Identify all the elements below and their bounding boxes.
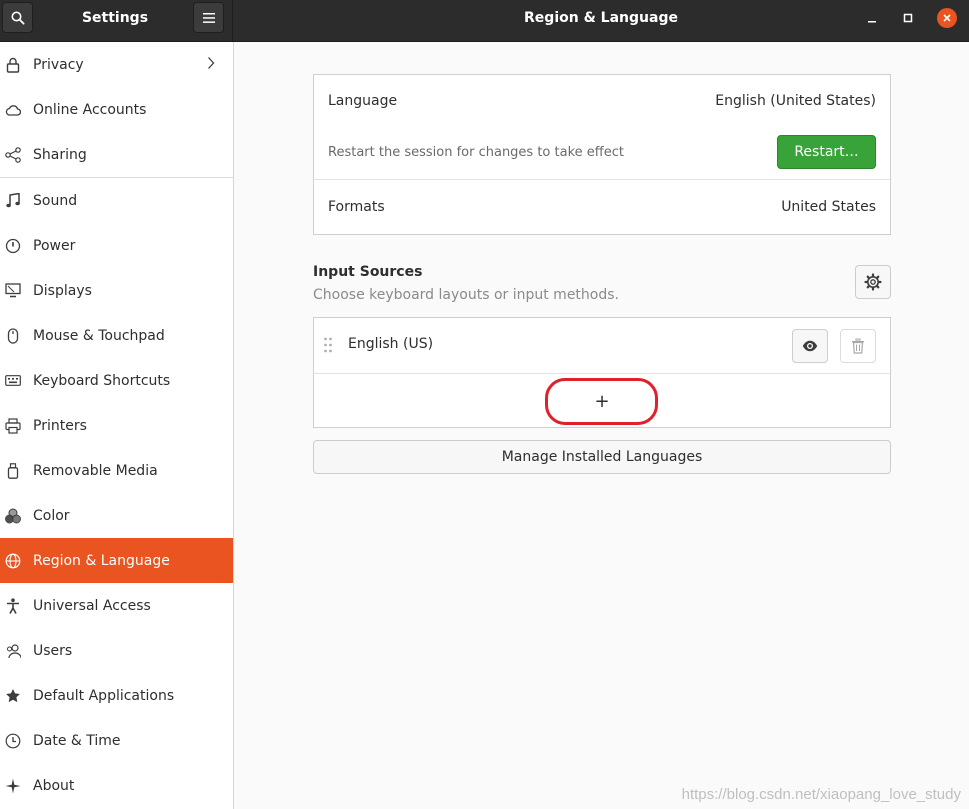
sidebar-item-default-applications[interactable]: Default Applications <box>0 673 233 718</box>
sidebar-item-privacy[interactable]: Privacy <box>0 42 233 87</box>
language-label: Language <box>328 93 398 109</box>
header-bar: Settings Region & Language <box>0 0 969 42</box>
keyboard-icon <box>5 373 21 389</box>
sidebar-item-label: Online Accounts <box>33 101 147 118</box>
sidebar-item-printers[interactable]: Printers <box>0 403 233 448</box>
sidebar-item-label: Displays <box>33 282 92 299</box>
close-icon <box>943 14 951 22</box>
sidebar-title: Settings <box>81 10 149 26</box>
users-icon <box>5 643 21 659</box>
star-icon <box>5 688 21 704</box>
formats-label: Formats <box>328 199 385 215</box>
sidebar-item-label: Region & Language <box>33 552 170 569</box>
input-sources-title: Input Sources <box>313 264 423 280</box>
minimize-button[interactable] <box>862 8 882 28</box>
display-icon <box>5 283 21 299</box>
sidebar-item-label: About <box>33 777 75 794</box>
language-card: Language English (United States) Restart… <box>313 74 891 235</box>
usb-drive-icon <box>5 462 21 479</box>
sidebar-header: Settings <box>0 0 233 42</box>
cloud-icon <box>5 102 21 118</box>
clock-icon <box>5 733 21 749</box>
chevron-right-icon <box>207 56 215 74</box>
sidebar-item-power[interactable]: Power <box>0 223 233 268</box>
sidebar-item-universal-access[interactable]: Universal Access <box>0 583 233 628</box>
preview-layout-button[interactable] <box>792 329 828 363</box>
close-button[interactable] <box>937 8 957 28</box>
sidebar-item-label: Date & Time <box>33 732 121 749</box>
mouse-icon <box>5 327 21 344</box>
drag-handle-icon[interactable] <box>323 337 333 357</box>
divider <box>314 179 890 180</box>
sidebar-item-online-accounts[interactable]: Online Accounts <box>0 87 233 132</box>
sidebar-item-users[interactable]: Users <box>0 628 233 673</box>
sidebar-item-label: Mouse & Touchpad <box>33 327 165 344</box>
sidebar-item-label: Users <box>33 642 73 659</box>
input-sources-list: English (US) + <box>313 317 891 428</box>
sidebar-item-sharing[interactable]: Sharing <box>0 132 233 177</box>
sidebar-item-keyboard-shortcuts[interactable]: Keyboard Shortcuts <box>0 358 233 403</box>
printer-icon <box>5 417 21 434</box>
sidebar-item-label: Keyboard Shortcuts <box>33 372 171 389</box>
sidebar-item-label: Color <box>33 507 70 524</box>
sidebar-item-label: Privacy <box>33 56 84 73</box>
about-icon <box>5 778 21 794</box>
minimize-icon <box>868 21 876 23</box>
main-panel: Language English (United States) Restart… <box>234 42 969 809</box>
sidebar-item-about[interactable]: About <box>0 763 233 808</box>
manage-installed-languages-button[interactable]: Manage Installed Languages <box>313 440 891 474</box>
watermark: https://blog.csdn.net/xiaopang_love_stud… <box>681 786 961 803</box>
music-note-icon <box>5 192 21 209</box>
sidebar-item-label: Sharing <box>33 146 87 163</box>
trash-icon <box>852 338 864 354</box>
language-value[interactable]: English (United States) <box>715 93 876 109</box>
sidebar-item-label: Default Applications <box>33 687 175 704</box>
eye-icon <box>802 340 818 352</box>
search-button[interactable] <box>2 2 33 33</box>
sidebar: Privacy Online Accounts Sharing Sound Po… <box>0 42 234 809</box>
sidebar-item-removable-media[interactable]: Removable Media <box>0 448 233 493</box>
lock-icon <box>5 57 21 73</box>
sidebar-item-label: Universal Access <box>33 597 151 614</box>
maximize-icon <box>903 13 913 23</box>
sidebar-item-color[interactable]: Color <box>0 493 233 538</box>
color-circles-icon <box>5 508 21 524</box>
menu-button[interactable] <box>193 2 224 33</box>
sidebar-item-region-language[interactable]: Region & Language <box>0 538 233 583</box>
sidebar-item-label: Removable Media <box>33 462 158 479</box>
sidebar-item-label: Power <box>33 237 76 254</box>
search-icon <box>11 11 25 25</box>
gear-icon <box>864 273 882 291</box>
power-icon <box>5 238 21 254</box>
sidebar-item-mouse-touchpad[interactable]: Mouse & Touchpad <box>0 313 233 358</box>
share-icon <box>5 146 21 163</box>
add-input-source-button[interactable]: + <box>314 374 890 428</box>
input-source-name: English (US) <box>348 336 434 352</box>
sidebar-item-displays[interactable]: Displays <box>0 268 233 313</box>
sidebar-item-sound[interactable]: Sound <box>0 178 233 223</box>
restart-button[interactable]: Restart… <box>777 135 876 169</box>
sidebar-item-label: Sound <box>33 192 78 209</box>
formats-value[interactable]: United States <box>781 199 876 215</box>
hamburger-icon <box>202 12 215 23</box>
input-sources-options-button[interactable] <box>855 265 891 299</box>
sidebar-item-label: Printers <box>33 417 87 434</box>
restart-note: Restart the session for changes to take … <box>328 145 624 160</box>
globe-icon <box>5 553 21 569</box>
accessibility-icon <box>5 597 21 614</box>
input-sources-subtitle: Choose keyboard layouts or input methods… <box>313 287 619 303</box>
window-title: Region & Language <box>524 10 678 26</box>
maximize-button[interactable] <box>898 8 918 28</box>
sidebar-item-date-time[interactable]: Date & Time <box>0 718 233 763</box>
remove-input-source-button[interactable] <box>840 329 876 363</box>
